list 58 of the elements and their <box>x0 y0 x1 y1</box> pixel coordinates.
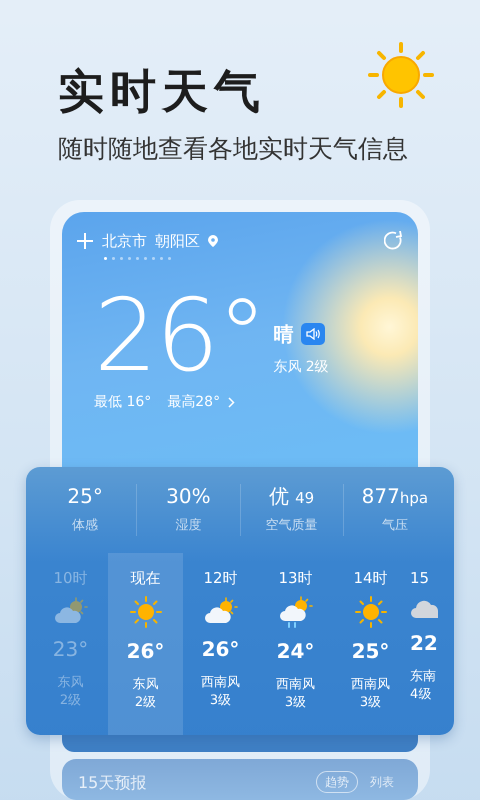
stat-unit: 49 <box>295 489 314 508</box>
wind-direction: 东南 <box>410 668 436 686</box>
list-tab[interactable]: 列表 <box>362 771 402 793</box>
stat-unit: hpa <box>400 489 428 508</box>
headline-subtitle: 随时随地查看各地实时天气信息 <box>58 136 408 161</box>
wind-info: 东风 2级 <box>273 358 329 376</box>
wind-level: 2级 <box>134 694 158 712</box>
location-pin-icon <box>208 235 218 248</box>
stat-value: 25° <box>67 484 103 508</box>
current-temperature: 26° <box>94 286 266 386</box>
high-temperature: 最高28° <box>167 392 220 412</box>
hour-time: 12时 <box>203 568 238 589</box>
partly-cloudy-icon <box>204 596 238 626</box>
wind-direction: 西南风 <box>351 676 390 694</box>
stat-label: 湿度 <box>174 517 202 536</box>
wind-level: 4级 <box>410 686 432 704</box>
speaker-button[interactable] <box>301 322 326 344</box>
hour-temperature: 26° <box>202 636 240 662</box>
trend-tab[interactable]: 趋势 <box>316 771 358 793</box>
forecast-title: 15天预报 <box>78 772 146 794</box>
stat-label: 气压 <box>380 517 409 536</box>
shower-icon <box>278 596 312 628</box>
hour-temperature: 23° <box>52 636 88 662</box>
headline-title: 实时天气 <box>58 68 266 114</box>
hour-time: 现在 <box>130 568 160 589</box>
wind-level: 3级 <box>358 694 382 712</box>
district-name: 朝阳区 <box>155 231 200 252</box>
hour-temperature: 25° <box>352 638 390 664</box>
hour-time: 10时 <box>53 568 88 589</box>
hour-time: 13时 <box>278 568 313 589</box>
stat-value: 优 <box>269 484 290 508</box>
wind-level: 3级 <box>208 692 232 710</box>
stat-label: 体感 <box>71 517 100 536</box>
sun-icon <box>354 596 386 628</box>
low-temperature: 最低 16° <box>94 392 152 412</box>
wind-direction: 东风 <box>58 674 84 692</box>
hour-temperature: 26° <box>126 638 164 664</box>
sun-icon <box>368 42 434 108</box>
wind-direction: 西南风 <box>201 674 240 692</box>
stat-value: 877 <box>362 484 400 508</box>
add-icon[interactable] <box>76 232 94 250</box>
wind-direction: 东风 <box>132 676 158 694</box>
stat-value: 30% <box>166 484 211 508</box>
refresh-icon[interactable] <box>384 231 404 252</box>
wind-level: 3级 <box>284 694 308 712</box>
hour-temperature: 24° <box>276 638 314 664</box>
city-name: 北京市 <box>102 231 147 252</box>
chevron-right-icon[interactable] <box>228 396 236 408</box>
weather-condition: 晴 <box>273 320 294 348</box>
hour-time: 15 <box>410 568 430 589</box>
speaker-icon <box>306 328 320 340</box>
wind-direction: 西南风 <box>276 676 315 694</box>
wind-level: 2级 <box>58 692 82 710</box>
hour-time: 14时 <box>353 568 388 589</box>
partly-cloudy-icon <box>54 596 88 626</box>
stat-label: 空气质量 <box>264 517 319 536</box>
sun-icon <box>130 596 162 628</box>
hour-temperature: 22 <box>410 630 438 658</box>
